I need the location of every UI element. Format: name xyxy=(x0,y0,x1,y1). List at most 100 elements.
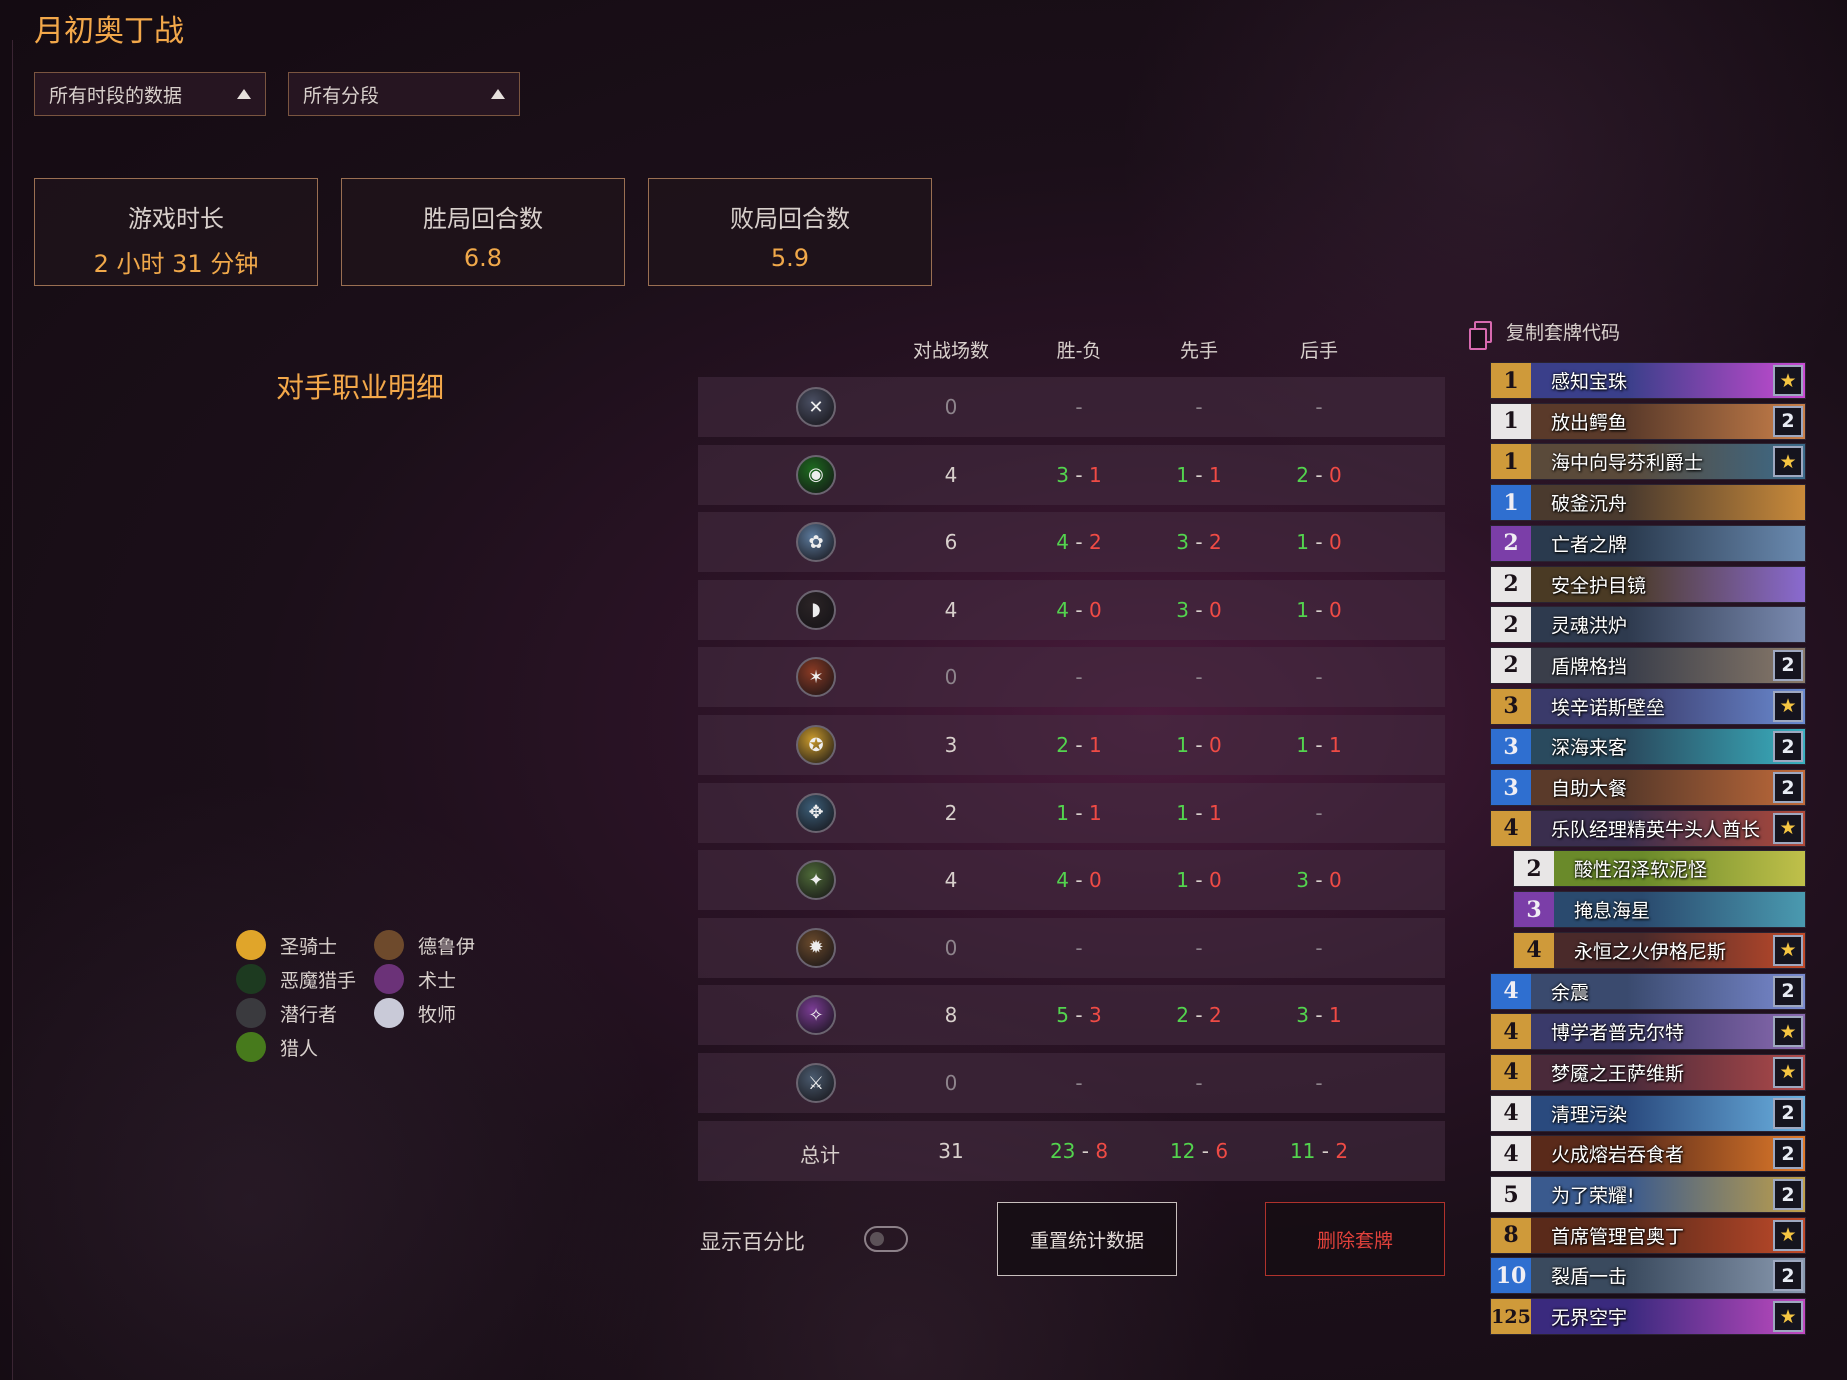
win-loss: 3 - 1 xyxy=(1056,463,1101,487)
deck-card[interactable]: 3 掩息海星 xyxy=(1513,891,1806,929)
deck-card[interactable]: 2 安全护目镜 xyxy=(1490,565,1806,603)
dash: - xyxy=(1195,665,1203,690)
class-icon-7: ✥ xyxy=(796,792,836,833)
deck-card[interactable]: 1 破釜沉舟 xyxy=(1490,484,1806,522)
legendary-star-icon: ★ xyxy=(1773,1016,1803,1048)
loss-count: 0 xyxy=(1088,597,1102,622)
card-cost: 125 xyxy=(1491,1299,1531,1335)
separator: - xyxy=(1069,800,1089,825)
stat-play-time: 游戏时长 2 小时 31 分钟 xyxy=(34,178,318,286)
legendary-star-icon: ★ xyxy=(1773,690,1803,722)
card-name: 首席管理官奥丁 xyxy=(1551,1225,1685,1248)
deck-card[interactable]: 2 酸性沼泽软泥怪 xyxy=(1513,850,1806,888)
win-count: 1 xyxy=(1296,597,1310,622)
class-icon-1: ✕ xyxy=(796,387,836,427)
class-icon-10: ✧ xyxy=(796,995,836,1036)
games-count: 6 xyxy=(944,530,958,555)
class-icon-5: ✶ xyxy=(796,657,836,698)
deck-card[interactable]: 1 感知宝珠 ★ xyxy=(1490,362,1806,399)
deck-card[interactable]: 4 博学者普克尔特 ★ xyxy=(1490,1013,1806,1051)
loss-count: 1 xyxy=(1208,800,1222,825)
table-row: ✹ 0 - - - xyxy=(698,917,1445,978)
legend-swatch xyxy=(374,930,404,960)
deck-card[interactable]: 4 永恒之火伊格尼斯 ★ xyxy=(1513,931,1806,969)
total-row: 总计 31 23 - 8 12 - 6 11 - 2 xyxy=(698,1120,1445,1181)
legendary-star-icon: ★ xyxy=(1773,365,1803,396)
card-cost: 10 xyxy=(1491,1258,1531,1294)
first-hand: 1 - 1 xyxy=(1176,801,1221,825)
opponent-class-title: 对手职业明细 xyxy=(276,371,445,404)
copy-deck-code-button[interactable]: 复制套牌代码 xyxy=(1469,318,1620,350)
second-hand-empty: - xyxy=(1315,936,1322,960)
deck-card[interactable]: 4 清理污染 2 xyxy=(1490,1094,1806,1132)
card-count: 2 xyxy=(1773,1097,1803,1129)
deck-card[interactable]: 4 乐队经理精英牛头人酋长 ★ xyxy=(1490,809,1806,847)
separator: - xyxy=(1069,1003,1089,1028)
deck-card[interactable]: 2 灵魂洪炉 xyxy=(1490,606,1806,644)
separator: - xyxy=(1309,868,1329,893)
dash: - xyxy=(1315,935,1323,960)
deck-card[interactable]: 4 余震 2 xyxy=(1490,972,1806,1010)
win-loss: 4 - 0 xyxy=(1056,868,1101,892)
header-win-loss: 胜-负 xyxy=(1056,340,1102,362)
card-count: 2 xyxy=(1773,1179,1803,1210)
card-name: 灵魂洪炉 xyxy=(1551,615,1628,638)
win-count: 4 xyxy=(1056,597,1070,622)
total-label: 总计 xyxy=(800,1142,840,1167)
card-cost: 2 xyxy=(1491,525,1531,561)
show-percent-toggle[interactable] xyxy=(864,1226,908,1252)
deck-card[interactable]: 3 埃辛诺斯壁垒 ★ xyxy=(1490,687,1806,725)
card-name: 清理污染 xyxy=(1551,1103,1628,1126)
caret-up-icon xyxy=(237,89,251,99)
first-hand-empty: - xyxy=(1195,395,1202,419)
show-percent-label: 显示百分比 xyxy=(700,1230,805,1254)
card-name: 海中向导芬利爵士 xyxy=(1551,452,1704,475)
win-count: 1 xyxy=(1176,800,1190,825)
win-count: 1 xyxy=(1176,733,1190,757)
period-dropdown[interactable]: 所有时段的数据 xyxy=(34,72,266,116)
deck-card[interactable]: 4 火成熔岩吞食者 2 xyxy=(1490,1135,1806,1173)
deck-card[interactable]: 125 无界空宇 ★ xyxy=(1490,1298,1806,1336)
first-hand: 1 - 0 xyxy=(1176,868,1221,892)
card-cost: 3 xyxy=(1491,729,1531,765)
card-name: 放出鳄鱼 xyxy=(1551,411,1628,434)
card-cost: 4 xyxy=(1514,932,1554,968)
legend-swatch xyxy=(236,1032,266,1062)
dash: - xyxy=(1075,1071,1083,1095)
deck-card[interactable]: 10 裂盾一击 2 xyxy=(1490,1257,1806,1295)
separator: - xyxy=(1189,1003,1209,1028)
rank-dropdown[interactable]: 所有分段 xyxy=(288,72,520,116)
legend-item: 圣骑士 xyxy=(236,930,337,960)
legend-label: 潜行者 xyxy=(280,1003,338,1026)
legendary-star-icon: ★ xyxy=(1773,812,1803,844)
separator: - xyxy=(1069,462,1089,487)
win-loss-empty: - xyxy=(1075,665,1082,689)
deck-card[interactable]: 3 自助大餐 2 xyxy=(1490,769,1806,806)
games-count: 3 xyxy=(944,733,958,757)
card-name: 酸性沼泽软泥怪 xyxy=(1574,859,1708,882)
reset-stats-button[interactable]: 重置统计数据 xyxy=(997,1202,1177,1276)
games-count: 0 xyxy=(944,395,958,419)
legend-item: 德鲁伊 xyxy=(374,930,475,960)
deck-card[interactable]: 1 海中向导芬利爵士 ★ xyxy=(1490,443,1806,481)
caret-up-icon xyxy=(491,89,505,99)
deck-card[interactable]: 1 放出鳄鱼 2 xyxy=(1490,402,1806,440)
games-count: 4 xyxy=(944,597,958,622)
second-hand: 3 - 0 xyxy=(1296,868,1341,892)
deck-card[interactable]: 3 深海来客 2 xyxy=(1490,728,1806,766)
deck-card[interactable]: 8 首席管理官奥丁 ★ xyxy=(1490,1216,1806,1254)
card-count: 2 xyxy=(1773,772,1803,803)
stat-loss-turns: 败局回合数 5.9 xyxy=(648,178,932,286)
deck-card[interactable]: 2 盾牌格挡 2 xyxy=(1490,646,1806,684)
delete-deck-button[interactable]: 删除套牌 xyxy=(1265,1202,1445,1276)
legendary-star-icon: ★ xyxy=(1773,446,1803,478)
first-hand-empty: - xyxy=(1195,665,1202,689)
deck-card[interactable]: 2 亡者之牌 xyxy=(1490,524,1806,562)
first-hand: 1 - 0 xyxy=(1176,733,1221,757)
card-count: 2 xyxy=(1773,975,1803,1007)
deck-card[interactable]: 4 梦魇之王萨维斯 ★ xyxy=(1490,1053,1806,1091)
deck-card[interactable]: 5 为了荣耀! 2 xyxy=(1490,1176,1806,1213)
card-name: 埃辛诺斯壁垒 xyxy=(1551,696,1666,719)
win-loss: 2 - 1 xyxy=(1056,733,1101,757)
legend-label: 术士 xyxy=(418,969,457,992)
